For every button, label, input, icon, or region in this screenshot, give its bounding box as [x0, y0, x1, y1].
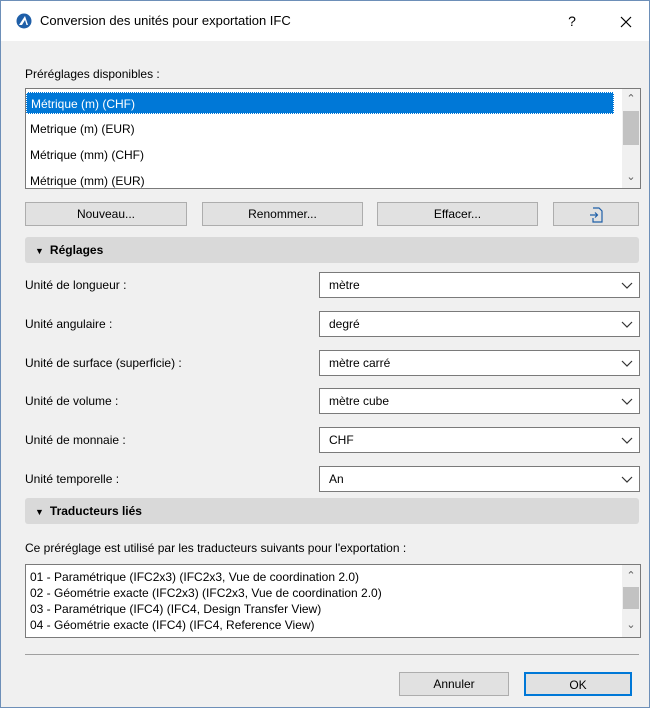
- translators-list[interactable]: 01 - Paramétrique (IFC2x3) (IFC2x3, Vue …: [25, 564, 641, 638]
- cancel-button[interactable]: Annuler: [399, 672, 509, 696]
- new-preset-button[interactable]: Nouveau...: [25, 202, 187, 226]
- angle-unit-label: Unité angulaire :: [25, 317, 113, 331]
- collapse-triangle-icon: ▼: [35, 246, 44, 256]
- translators-header-label: Traducteurs liés: [49, 504, 142, 518]
- presets-label: Préréglages disponibles :: [25, 67, 160, 81]
- presets-list[interactable]: Métrique (m) (CHF) Metrique (m) (EUR) Mé…: [25, 88, 641, 189]
- time-unit-label: Unité temporelle :: [25, 472, 120, 486]
- chevron-down-icon: [621, 282, 633, 289]
- translator-item[interactable]: 04 - Géométrie exacte (IFC4) (IFC4, Refe…: [30, 617, 315, 633]
- translators-description: Ce préréglage est utilisé par les traduc…: [25, 541, 407, 555]
- translator-item[interactable]: 03 - Paramétrique (IFC4) (IFC4, Design T…: [30, 601, 321, 617]
- presets-scrollbar[interactable]: ⌃ ⌄: [622, 89, 640, 188]
- scroll-up-icon[interactable]: ⌃: [622, 91, 640, 108]
- scroll-down-icon[interactable]: ⌄: [622, 169, 640, 186]
- preset-item[interactable]: Métrique (mm) (CHF): [26, 144, 614, 166]
- settings-header-label: Réglages: [49, 243, 104, 257]
- preset-item[interactable]: Métrique (m) (CHF): [26, 92, 614, 114]
- scroll-down-icon[interactable]: ⌄: [622, 617, 640, 634]
- import-icon: [590, 207, 603, 223]
- delete-preset-button[interactable]: Effacer...: [377, 202, 538, 226]
- currency-unit-label: Unité de monnaie :: [25, 433, 126, 447]
- import-preset-button[interactable]: [553, 202, 639, 226]
- chevron-down-icon: [621, 321, 633, 328]
- settings-section-header[interactable]: ▼ Réglages: [25, 237, 639, 263]
- preset-item[interactable]: Métrique (mm) (EUR): [26, 170, 614, 188]
- chevron-down-icon: [621, 360, 633, 367]
- translators-scrollbar[interactable]: ⌃ ⌄: [622, 565, 640, 637]
- translator-item[interactable]: 02 - Géométrie exacte (IFC2x3) (IFC2x3, …: [30, 585, 382, 601]
- chevron-down-icon: [621, 476, 633, 483]
- translator-item[interactable]: 01 - Paramétrique (IFC2x3) (IFC2x3, Vue …: [30, 569, 359, 585]
- scroll-thumb[interactable]: [623, 111, 639, 145]
- angle-unit-select[interactable]: degré: [319, 311, 640, 337]
- length-unit-select[interactable]: mètre: [319, 272, 640, 298]
- window-title: Conversion des unités pour exportation I…: [40, 13, 291, 28]
- angle-unit-value: degré: [329, 317, 360, 331]
- scroll-thumb[interactable]: [623, 587, 639, 609]
- preset-item[interactable]: Metrique (m) (EUR): [26, 118, 614, 140]
- archicad-app-icon: [16, 13, 32, 29]
- collapse-triangle-icon: ▼: [35, 507, 44, 517]
- close-icon: [620, 16, 632, 28]
- length-unit-value: mètre: [329, 278, 360, 292]
- currency-unit-value: CHF: [329, 433, 354, 447]
- dialog-window: Conversion des unités pour exportation I…: [0, 0, 650, 708]
- time-unit-value: An: [329, 472, 344, 486]
- area-unit-label: Unité de surface (superficie) :: [25, 356, 182, 370]
- chevron-down-icon: [621, 398, 633, 405]
- help-button[interactable]: ?: [557, 9, 587, 33]
- scroll-up-icon[interactable]: ⌃: [622, 568, 640, 585]
- volume-unit-label: Unité de volume :: [25, 394, 119, 408]
- time-unit-select[interactable]: An: [319, 466, 640, 492]
- chevron-down-icon: [621, 437, 633, 444]
- rename-preset-button[interactable]: Renommer...: [202, 202, 363, 226]
- footer-divider: [25, 654, 639, 655]
- ok-button[interactable]: OK: [524, 672, 632, 696]
- translators-section-header[interactable]: ▼ Traducteurs liés: [25, 498, 639, 524]
- close-button[interactable]: [611, 7, 641, 35]
- area-unit-select[interactable]: mètre carré: [319, 350, 640, 376]
- area-unit-value: mètre carré: [329, 356, 391, 370]
- volume-unit-value: mètre cube: [329, 394, 390, 408]
- currency-unit-select[interactable]: CHF: [319, 427, 640, 453]
- volume-unit-select[interactable]: mètre cube: [319, 388, 640, 414]
- title-bar: Conversion des unités pour exportation I…: [1, 1, 649, 41]
- length-unit-label: Unité de longueur :: [25, 278, 127, 292]
